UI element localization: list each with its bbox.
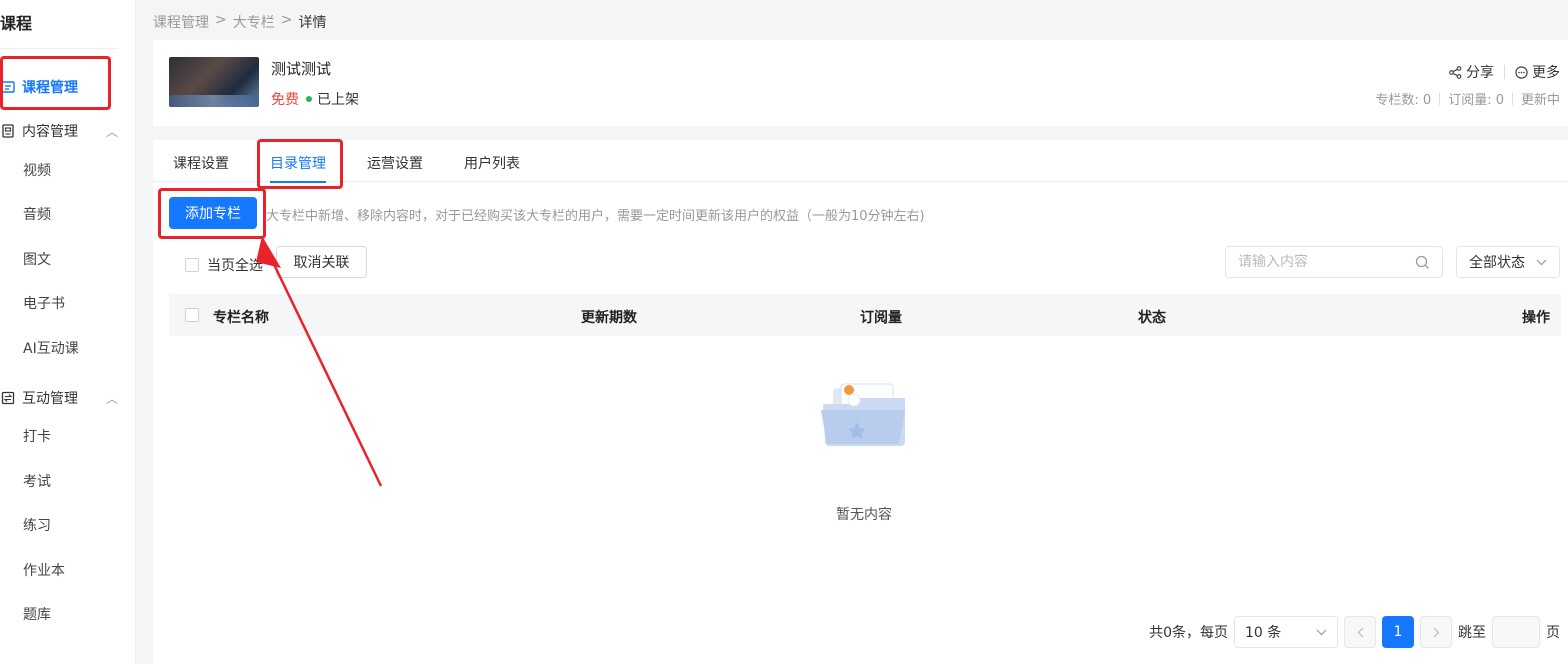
document-icon xyxy=(0,123,16,139)
sidebar-item-checkin[interactable]: 打卡 xyxy=(23,426,51,448)
next-page-button[interactable] xyxy=(1420,616,1452,648)
breadcrumb-separator: > xyxy=(215,12,227,28)
breadcrumb-current: 详情 xyxy=(298,15,327,31)
chevron-left-icon xyxy=(1357,627,1363,637)
page-size-select[interactable]: 10 条 xyxy=(1234,616,1338,648)
tab-course-settings[interactable]: 课程设置 xyxy=(173,153,229,173)
exchange-icon xyxy=(0,390,16,406)
course-thumbnail xyxy=(169,57,259,107)
stat-subscriptions: 订阅量: 0 xyxy=(1448,93,1504,108)
chevron-up-icon: ︿ xyxy=(106,391,119,406)
page-number-button[interactable]: 1 xyxy=(1382,616,1414,648)
status-filter-value: 全部状态 xyxy=(1469,255,1525,271)
chevron-down-icon xyxy=(1536,259,1547,265)
calendar-icon xyxy=(0,79,16,95)
course-status-label: 已上架 xyxy=(317,92,359,108)
tab-catalog-management[interactable]: 目录管理 xyxy=(270,153,326,183)
stat-column-count: 专栏数: 0 xyxy=(1375,93,1432,108)
select-page-checkbox[interactable]: 当页全选 xyxy=(185,255,263,275)
more-button[interactable]: 更多 xyxy=(1515,62,1560,82)
header-actions: 分享 更多 xyxy=(1449,62,1560,82)
sidebar: 课程 课程管理 内容管理 ︿ 视频 音频 图文 电子书 AI互动课 互动管理 ︿… xyxy=(0,0,136,664)
breadcrumb-separator: > xyxy=(280,12,293,28)
search-box xyxy=(1225,246,1443,278)
sidebar-item-practice[interactable]: 练习 xyxy=(23,515,51,537)
chevron-right-icon xyxy=(1433,627,1439,637)
search-icon[interactable] xyxy=(1415,255,1430,270)
sidebar-group-label: 内容管理 xyxy=(22,124,78,140)
empty-state-text: 暂无内容 xyxy=(836,507,892,523)
sidebar-item-homework[interactable]: 作业本 xyxy=(23,560,65,582)
column-header-updates: 更新期数 xyxy=(581,310,637,326)
sidebar-group-label: 互动管理 xyxy=(22,391,78,407)
share-button[interactable]: 分享 xyxy=(1449,62,1494,82)
sidebar-item-article[interactable]: 图文 xyxy=(23,249,51,271)
sidebar-item-label: 课程管理 xyxy=(22,80,78,96)
empty-folder-icon xyxy=(821,383,905,446)
sidebar-item-video[interactable]: 视频 xyxy=(23,160,51,182)
course-name: 测试测试 xyxy=(271,60,332,78)
sidebar-item-ebook[interactable]: 电子书 xyxy=(23,293,65,315)
sidebar-group-content[interactable]: 内容管理 ︿ xyxy=(0,119,118,143)
divider xyxy=(1504,65,1505,79)
page-size-value: 10 条 xyxy=(1245,625,1282,641)
unlink-button[interactable]: 取消关联 xyxy=(276,246,367,278)
course-price: 免费 xyxy=(271,92,299,108)
column-header-subscriptions: 订阅量 xyxy=(860,310,902,326)
divider xyxy=(1511,92,1513,105)
tip-text: 大专栏中新增、移除内容时，对于已经购买该大专栏的用户，需要一定时间更新该用户的权… xyxy=(266,209,925,224)
search-input[interactable] xyxy=(1238,254,1415,270)
chevron-up-icon: ︿ xyxy=(106,124,119,139)
table-header: 专栏名称 更新期数 订阅量 状态 操作 xyxy=(169,294,1561,336)
status-filter-select[interactable]: 全部状态 xyxy=(1456,246,1560,278)
jump-page-input[interactable] xyxy=(1492,616,1540,648)
sidebar-divider xyxy=(0,48,118,49)
course-header: 测试测试 免费 已上架 分享 更多 专栏数: 0 订阅量: 0 更新中 xyxy=(153,40,1568,126)
sidebar-group-interaction[interactable]: 互动管理 ︿ xyxy=(0,386,118,410)
jump-label: 跳至 xyxy=(1458,625,1486,641)
sidebar-item-question-bank[interactable]: 题库 xyxy=(23,604,51,626)
header-checkbox[interactable] xyxy=(185,308,199,322)
sidebar-item-ai-course[interactable]: AI互动课 xyxy=(23,338,79,360)
sidebar-item-exam[interactable]: 考试 xyxy=(23,471,51,493)
share-icon xyxy=(1449,65,1462,79)
course-status: 已上架 xyxy=(306,89,359,109)
chevron-down-icon xyxy=(1316,629,1327,635)
stat-update-status: 更新中 xyxy=(1520,93,1560,108)
pagination: 共0条，每页 10 条 1 跳至 页 xyxy=(1149,616,1560,648)
status-dot xyxy=(306,96,312,102)
tab-bar: 课程设置 目录管理 运营设置 用户列表 xyxy=(153,140,1568,183)
more-icon xyxy=(1515,65,1528,79)
sidebar-title: 课程 xyxy=(0,14,33,33)
column-header-name: 专栏名称 xyxy=(213,310,269,326)
prev-page-button[interactable] xyxy=(1344,616,1376,648)
more-label: 更多 xyxy=(1532,65,1560,81)
select-page-label: 当页全选 xyxy=(207,258,263,274)
add-column-button[interactable]: 添加专栏 xyxy=(169,197,257,229)
page-suffix: 页 xyxy=(1546,625,1560,641)
share-label: 分享 xyxy=(1466,65,1494,81)
checkbox[interactable] xyxy=(185,258,199,272)
breadcrumb-item-course-management[interactable]: 课程管理 xyxy=(153,12,209,32)
sidebar-item-audio[interactable]: 音频 xyxy=(23,204,51,226)
column-header-status: 状态 xyxy=(1138,310,1166,326)
main-panel: 课程设置 目录管理 运营设置 用户列表 添加专栏 大专栏中新增、移除内容时，对于… xyxy=(153,140,1568,664)
breadcrumb-item-column[interactable]: 大专栏 xyxy=(233,12,275,32)
tab-user-list[interactable]: 用户列表 xyxy=(464,153,520,173)
total-label: 共0条，每页 xyxy=(1149,625,1228,641)
tab-operation-settings[interactable]: 运营设置 xyxy=(367,153,423,173)
divider xyxy=(1439,92,1441,105)
breadcrumb: 课程管理 > 大专栏 > 详情 xyxy=(153,12,326,32)
sidebar-item-course-management[interactable]: 课程管理 xyxy=(0,75,78,99)
column-header-actions: 操作 xyxy=(1522,310,1550,326)
course-stats: 专栏数: 0 订阅量: 0 更新中 xyxy=(1375,89,1560,108)
